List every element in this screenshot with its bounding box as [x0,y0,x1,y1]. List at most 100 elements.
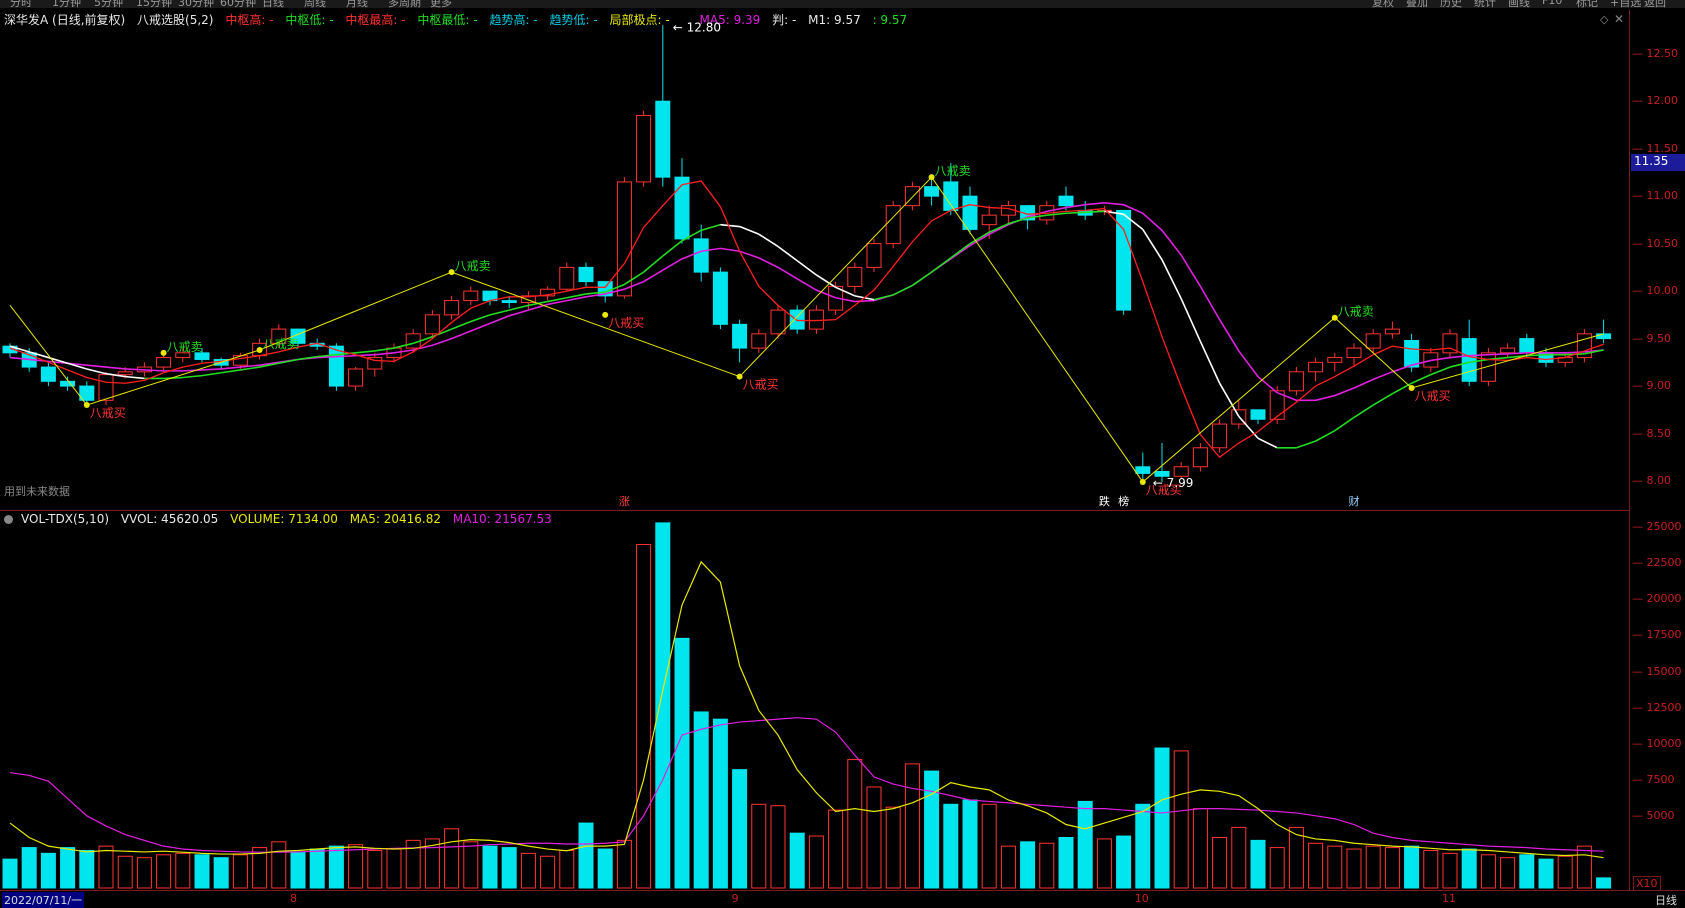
candle-body [1135,466,1151,474]
volume-bar [98,845,114,889]
candle-body [578,266,594,283]
volume-bar [1500,857,1516,889]
volume-tick-label: — 20000 [1632,592,1682,606]
peak-high-label: ← 12.80 [673,20,721,34]
volume-ma10-line [9,717,1604,853]
m1-segment [700,223,721,232]
volume-bar [1404,845,1420,889]
m1-segment [221,369,241,374]
volume-bar [655,522,671,889]
event-marker[interactable]: 跌 [1097,495,1111,509]
price-tick-label: — 9.00 [1632,379,1671,393]
volume-bar [1135,803,1151,889]
volume-bar [1423,849,1439,889]
m1-segment [1315,429,1336,442]
volume-tick-label: — 5000 [1632,808,1675,822]
m1-segment [470,314,491,323]
m1-segment [509,304,529,311]
candle-body [693,238,709,273]
m1-segment [201,371,222,377]
volume-bar [482,845,498,889]
event-marker[interactable]: 涨 [617,495,631,509]
volume-bar [309,848,325,889]
volume-bar [808,835,824,889]
volume-bar [597,848,613,889]
m1-segment [739,225,760,235]
candle-body [1250,409,1266,420]
price-tick-label: — 10.00 [1632,284,1678,298]
volume-tick-label: — 15000 [1632,664,1682,678]
volume-bar [559,849,575,889]
sell-signal-label: 八戒卖 [1338,305,1374,319]
candle-body [501,300,517,304]
candle-body [1519,338,1535,354]
period-label: 日线 [1655,894,1677,907]
y-axis-divider [1629,10,1630,890]
candle-body [232,355,248,366]
m1-segment [1199,341,1221,384]
m1-segment [355,350,375,354]
candle-body [924,186,940,197]
ma5-line [9,180,1604,459]
volume-bar [1480,854,1496,889]
m1-segment [1411,373,1432,384]
candle-body [40,366,56,382]
volume-bar [520,852,536,889]
candle-body [1308,361,1324,373]
volume-bar [674,637,690,889]
event-marker[interactable]: 榜 [1117,495,1131,509]
candle-body [962,195,978,230]
volume-bar [1250,839,1266,889]
kline-chart[interactable]: 八戒卖八戒卖八戒卖八戒卖八戒卖八戒买八戒买八戒买八戒买八戒买← 12.80← 7… [0,0,1630,890]
price-tick-label: — 11.50 [1632,141,1678,155]
volume-bar [1096,838,1112,889]
candle-body [156,357,172,368]
volume-scale-label: X10 [1633,876,1661,891]
event-marker[interactable]: 财 [1347,495,1361,509]
volume-tick-label: — 7500 [1632,772,1675,786]
volume-bar [1192,808,1208,889]
candle-body [559,266,575,290]
volume-tick-label: — 22500 [1632,556,1682,570]
volume-bar [962,799,978,889]
candle-body [117,371,133,376]
volume-bar [770,805,786,889]
sell-signal-label: 八戒卖 [263,337,299,351]
candle-body [1346,347,1362,359]
candle-body [712,271,728,325]
candle-body [1288,371,1304,392]
volume-bar [2,858,18,889]
m1-segment [815,274,837,288]
m1-segment [1008,217,1028,225]
candle-body [1500,347,1516,354]
zigzag-line [9,176,1604,483]
trough-low-label: ← 7.99 [1153,476,1194,490]
volume-bar [828,809,844,889]
candle-body [981,214,997,226]
sell-signal-label: 八戒卖 [935,164,971,178]
candle-body [808,309,824,330]
toolbar-button[interactable]: 返回 [1644,0,1666,8]
volume-bar [1461,848,1477,889]
volume-bar [194,854,210,889]
volume-bar [290,851,306,889]
volume-bar [847,759,863,889]
buy-signal-label: 八戒买 [608,316,644,330]
m1-segment [758,233,779,248]
m1-segment [931,257,952,273]
candle-body [1212,423,1228,449]
volume-tick-label: — 10000 [1632,736,1682,750]
volume-bar [367,849,383,889]
pane-divider [0,510,1630,511]
volume-bar [732,769,748,889]
volume-bar [1173,750,1189,889]
volume-bar [1384,847,1400,889]
volume-bar [232,854,248,889]
m1-segment [777,245,798,262]
candle-body [770,309,786,335]
volume-bar [1442,852,1458,889]
candle-body [866,243,882,268]
volume-bar [175,852,191,889]
volume-bar [156,854,172,889]
volume-bar [1020,841,1036,889]
